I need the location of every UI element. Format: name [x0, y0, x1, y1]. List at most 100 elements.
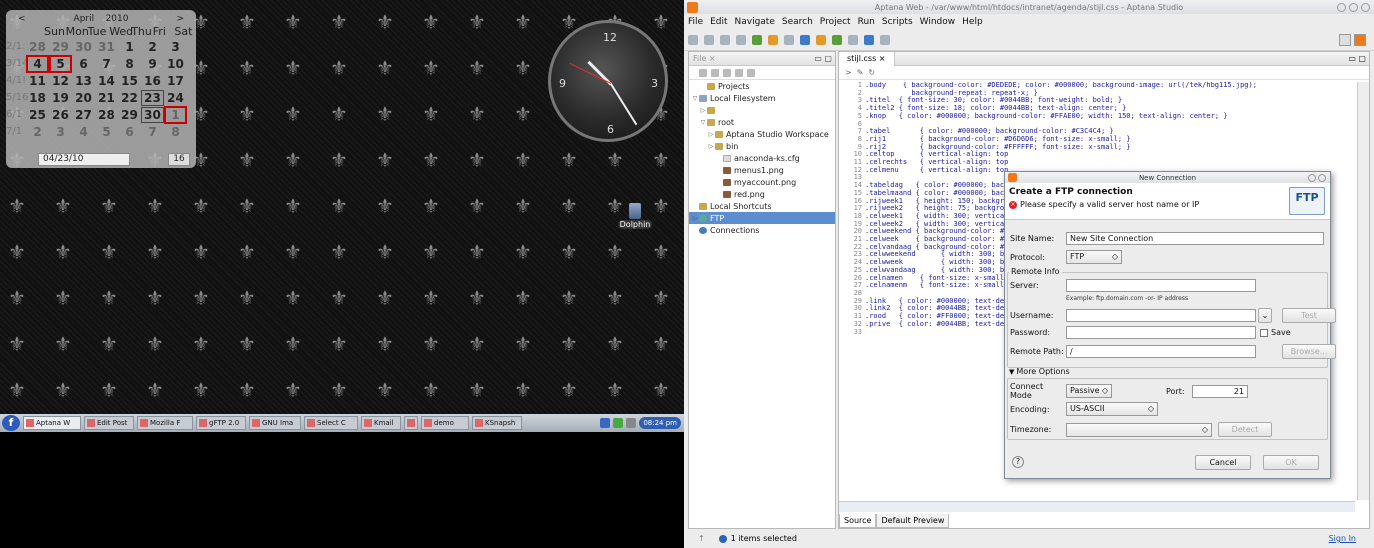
tree-item[interactable]: Projects	[689, 80, 835, 92]
back-icon[interactable]	[864, 34, 874, 45]
debug-icon[interactable]	[736, 34, 746, 45]
tree-item[interactable]: ▽ Local Filesystem	[689, 92, 835, 104]
save-icon[interactable]	[704, 34, 714, 45]
tree-item[interactable]: menus1.png	[689, 164, 835, 176]
calendar-day[interactable]: 8	[164, 125, 187, 139]
username-dropdown-icon[interactable]: ⌄	[1258, 308, 1272, 323]
taskbar-button[interactable]: Edit Post	[84, 416, 134, 430]
calendar-prev-button[interactable]: <	[18, 14, 26, 24]
tree-item[interactable]: myaccount.png	[689, 176, 835, 188]
calendar-day[interactable]: 2	[141, 40, 164, 54]
calendar-day[interactable]: 31	[95, 40, 118, 54]
calendar-day[interactable]: 5	[95, 125, 118, 139]
week-number[interactable]: 6/1	[6, 109, 26, 120]
view-menu-icon[interactable]	[747, 68, 755, 77]
tree-expand-icon[interactable]: ▷	[707, 143, 715, 150]
taskbar-button[interactable]: 3	[404, 416, 418, 430]
open-perspective-icon[interactable]	[1339, 33, 1351, 46]
calendar-day[interactable]: 6	[72, 57, 95, 71]
calendar-day[interactable]: 16	[141, 74, 164, 88]
menu-file[interactable]: File	[688, 17, 703, 27]
encoding-select[interactable]: US-ASCII ◇	[1066, 402, 1158, 416]
taskbar-button[interactable]: Mozilla F	[137, 416, 193, 430]
calendar-day[interactable]: 4	[72, 125, 95, 139]
taskbar-button[interactable]: Kmail	[361, 416, 401, 430]
tree-item[interactable]: Connections	[689, 224, 835, 236]
tree-item[interactable]: ▷ FTP	[689, 212, 835, 224]
new-file-icon[interactable]	[688, 34, 698, 45]
menu-window[interactable]: Window	[920, 17, 956, 27]
week-number[interactable]: 2/1:	[6, 41, 26, 52]
tree-item[interactable]: anaconda-ks.cfg	[689, 152, 835, 164]
network-icon[interactable]	[600, 418, 611, 428]
ok-button[interactable]: OK	[1263, 455, 1319, 470]
wrap-icon[interactable]: ↻	[868, 68, 875, 77]
calendar-date-field[interactable]: 04/23/10	[38, 152, 130, 166]
calendar-day[interactable]: 28	[26, 40, 49, 54]
editor-tab-stijl-css[interactable]: stijl.css ×	[839, 51, 895, 66]
username-input[interactable]	[1066, 309, 1256, 322]
menu-scripts[interactable]: Scripts	[882, 17, 913, 27]
calendar-day[interactable]: 10	[164, 57, 187, 71]
week-number[interactable]: 7/1	[6, 126, 26, 137]
tree-item[interactable]: ▽ root	[689, 116, 835, 128]
refresh-icon[interactable]	[735, 68, 743, 77]
tree-expand-icon[interactable]: ▷	[691, 215, 699, 222]
calendar-day[interactable]: 25	[26, 108, 49, 122]
test-button[interactable]: Test	[1282, 308, 1336, 323]
calendar-day[interactable]: 5	[49, 54, 72, 73]
calendar-day[interactable]: 27	[72, 108, 95, 122]
search-icon[interactable]	[784, 34, 794, 45]
password-input[interactable]	[1066, 326, 1256, 339]
calendar-day[interactable]: 17	[164, 74, 187, 88]
tree-expand-icon[interactable]: ▷	[699, 107, 707, 114]
taskbar-button[interactable]: Aptana W	[23, 416, 81, 430]
forward-icon[interactable]	[880, 34, 890, 45]
format-icon[interactable]: >	[845, 68, 852, 77]
calendar-day[interactable]: 8	[118, 57, 141, 71]
tab-default-preview[interactable]: Default Preview	[876, 514, 950, 528]
link-icon[interactable]	[723, 68, 731, 77]
calendar-day[interactable]: 28	[95, 108, 118, 122]
calendar-day[interactable]: 3	[49, 125, 72, 139]
calendar-day[interactable]: 2	[26, 125, 49, 139]
vertical-scrollbar[interactable]	[1357, 82, 1369, 500]
calendar-week-field[interactable]: 16	[168, 152, 190, 166]
close-icon[interactable]	[1361, 2, 1370, 12]
calendar-day[interactable]: 9	[141, 57, 164, 71]
detect-button[interactable]: Detect	[1218, 422, 1272, 437]
server-input[interactable]	[1066, 279, 1256, 292]
calendar-day[interactable]: 13	[72, 74, 95, 88]
site-name-input[interactable]: New Site Connection	[1066, 232, 1324, 245]
calendar-day[interactable]: 24	[164, 91, 187, 105]
tree-item[interactable]: ▷ Aptana Studio Workspace	[689, 128, 835, 140]
tree-item[interactable]: ▷ bin	[689, 140, 835, 152]
pencil-icon[interactable]: ✎	[857, 68, 864, 77]
calendar-day[interactable]: 1	[118, 40, 141, 54]
calendar-day[interactable]: 18	[26, 91, 49, 105]
print-icon[interactable]	[720, 34, 730, 45]
calendar-day[interactable]: 7	[95, 57, 118, 71]
tab-source[interactable]: Source	[839, 514, 877, 528]
editor-minmax-icon[interactable]: ▭ ▢	[1348, 54, 1366, 63]
tree-expand-icon[interactable]: ▽	[691, 95, 699, 102]
more-options-toggle[interactable]: ▼ More Options	[1009, 367, 1070, 376]
calendar-day[interactable]: 7	[141, 125, 164, 139]
menu-help[interactable]: Help	[962, 17, 983, 27]
calendar-next-button[interactable]: >	[176, 14, 184, 24]
connect-mode-select[interactable]: Passive ◇	[1066, 384, 1112, 398]
run-icon[interactable]	[752, 34, 762, 45]
battery-icon[interactable]	[613, 418, 624, 428]
calendar-day[interactable]: 11	[26, 74, 49, 88]
port-input[interactable]: 21	[1192, 384, 1248, 398]
calendar-day[interactable]: 30	[141, 106, 164, 123]
cancel-button[interactable]: Cancel	[1195, 455, 1251, 470]
deploy-icon[interactable]	[832, 34, 842, 45]
new-icon[interactable]	[699, 68, 707, 77]
remote-path-input[interactable]: /	[1066, 345, 1256, 358]
collapse-icon[interactable]	[711, 68, 719, 77]
calendar-day[interactable]: 12	[49, 74, 72, 88]
week-number[interactable]: 4/1!	[6, 75, 26, 86]
tree-item[interactable]: red.png	[689, 188, 835, 200]
menu-edit[interactable]: Edit	[710, 17, 727, 27]
